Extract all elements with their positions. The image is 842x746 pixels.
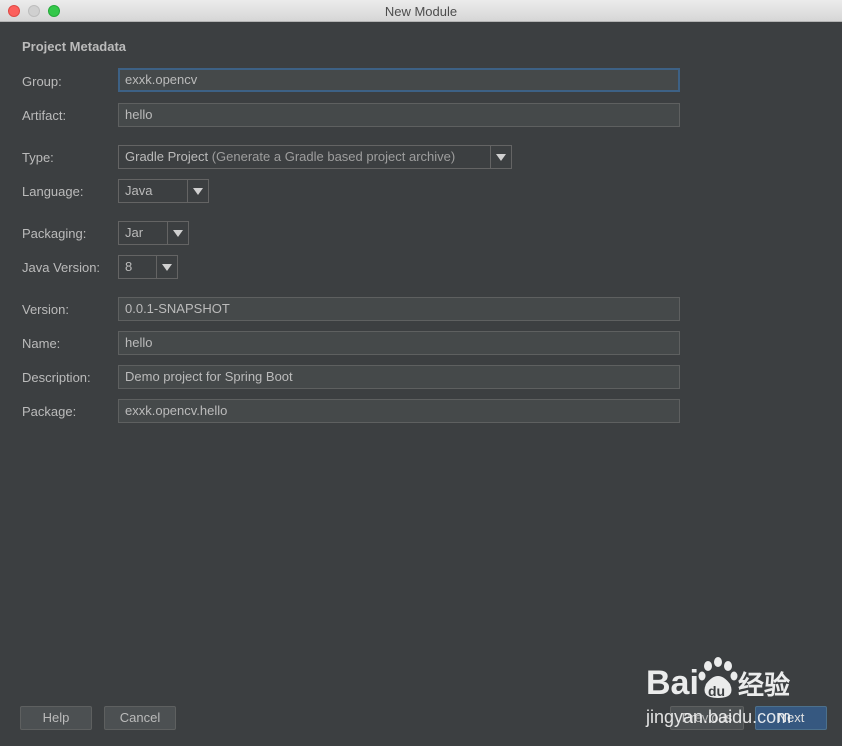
window-title: New Module bbox=[384, 4, 458, 19]
language-label: Language: bbox=[22, 184, 84, 199]
group-field[interactable]: exxk.opencv bbox=[118, 68, 680, 92]
version-field[interactable]: 0.0.1-SNAPSHOT bbox=[118, 297, 680, 321]
name-label: Name: bbox=[22, 336, 61, 351]
section-title: Project Metadata bbox=[22, 39, 127, 54]
group-label: Group: bbox=[22, 74, 62, 89]
type-hint: (Generate a Gradle based project archive… bbox=[211, 149, 456, 164]
type-value: Gradle Project (Generate a Gradle based … bbox=[125, 146, 455, 168]
language-dropdown-arrow[interactable] bbox=[187, 180, 208, 202]
artifact-label: Artifact: bbox=[22, 108, 67, 123]
description-label: Description: bbox=[22, 370, 91, 385]
java-version-value: 8 bbox=[125, 259, 133, 274]
artifact-field[interactable]: hello bbox=[118, 103, 680, 127]
type-dropdown[interactable]: Gradle Project (Generate a Gradle based … bbox=[118, 145, 512, 169]
type-label: Type: bbox=[22, 150, 54, 165]
chevron-down-icon bbox=[496, 154, 506, 161]
svg-text:经验: 经验 bbox=[738, 670, 790, 701]
description-field[interactable]: Demo project for Spring Boot bbox=[118, 365, 680, 389]
java-version-dropdown[interactable]: 8 bbox=[118, 255, 178, 279]
java-version-label: Java Version: bbox=[22, 260, 101, 275]
type-dropdown-arrow[interactable] bbox=[490, 146, 511, 168]
cancel-button[interactable]: Cancel bbox=[104, 706, 176, 730]
packaging-label: Packaging: bbox=[22, 226, 87, 241]
baidu-watermark-logo: Bai 经验 du bbox=[646, 657, 790, 702]
language-value: Java bbox=[125, 183, 153, 198]
packaging-dropdown-arrow[interactable] bbox=[167, 222, 188, 244]
chevron-down-icon bbox=[162, 264, 172, 271]
language-dropdown[interactable]: Java bbox=[118, 179, 209, 203]
type-selected: Gradle Project bbox=[125, 149, 209, 164]
packaging-dropdown[interactable]: Jar bbox=[118, 221, 189, 245]
packaging-value: Jar bbox=[125, 225, 144, 240]
java-version-dropdown-arrow[interactable] bbox=[156, 256, 177, 278]
help-button[interactable]: Help bbox=[20, 706, 92, 730]
svg-text:du: du bbox=[708, 683, 725, 699]
svg-text:Bai: Bai bbox=[646, 664, 699, 702]
chevron-down-icon bbox=[173, 230, 183, 237]
chevron-down-icon bbox=[193, 188, 203, 195]
package-field[interactable]: exxk.opencv.hello bbox=[118, 399, 680, 423]
name-field[interactable]: hello bbox=[118, 331, 680, 355]
title-bar: New Module bbox=[0, 0, 842, 22]
version-label: Version: bbox=[22, 302, 69, 317]
watermark-text: jingyan.baidu.com bbox=[646, 707, 792, 727]
package-label: Package: bbox=[22, 404, 77, 419]
